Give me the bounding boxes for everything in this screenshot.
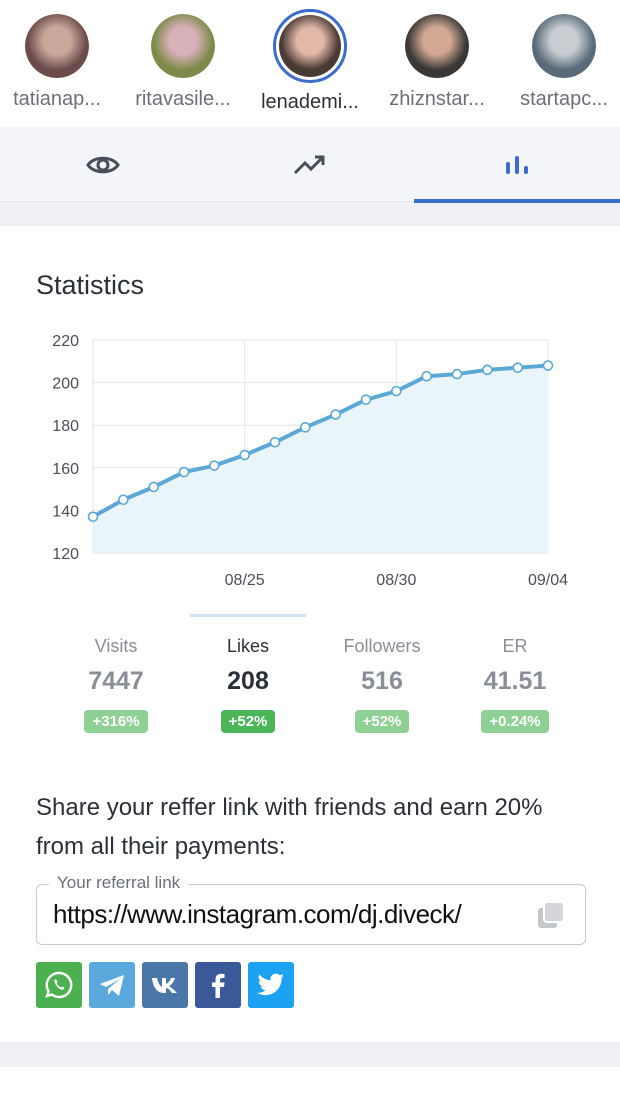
- data-point: [269, 436, 281, 448]
- statistics-card: Statistics 120 140 160 180 200 220 08/25 08/30 0…: [0, 226, 620, 1042]
- tab-statistics[interactable]: [414, 127, 620, 203]
- x-tick-label: 08/25: [225, 572, 265, 586]
- data-point: [300, 422, 311, 433]
- stat-label: ER: [502, 636, 528, 656]
- stat-change-badge: +0.24%: [481, 710, 549, 733]
- data-point: [421, 370, 432, 382]
- stat-value: 208: [227, 667, 269, 695]
- share-whatsapp-button[interactable]: [36, 962, 82, 1008]
- y-tick-label: 120: [52, 546, 79, 563]
- story-username: zhiznstar...: [389, 88, 485, 110]
- x-tick-label: 09/04: [528, 572, 568, 586]
- stat-label: Visits: [94, 636, 138, 656]
- stat-er[interactable]: ER 41.51 +0.24%: [440, 614, 590, 733]
- data-point: [391, 385, 402, 397]
- avatar[interactable]: [25, 14, 89, 78]
- data-point: [330, 409, 341, 420]
- page-title: Statistics: [36, 270, 145, 300]
- stat-value: 516: [361, 667, 403, 695]
- avatar[interactable]: [532, 14, 596, 78]
- whatsapp-icon: [45, 971, 73, 999]
- eye-icon: [86, 156, 120, 173]
- referral-link-input[interactable]: [53, 899, 523, 930]
- share-twitter-button[interactable]: [248, 962, 294, 1008]
- vk-icon: [152, 978, 177, 993]
- stat-change-badge: +52%: [220, 710, 276, 733]
- stat-likes[interactable]: Likes 208 +52%: [173, 614, 323, 733]
- y-tick-label: 140: [52, 503, 79, 520]
- trending-up-icon: [293, 155, 325, 174]
- data-point: [87, 511, 99, 523]
- data-point: [239, 449, 250, 461]
- twitter-icon: [257, 973, 284, 996]
- data-point: [178, 466, 190, 478]
- data-point: [360, 394, 372, 405]
- avatar[interactable]: [151, 14, 215, 78]
- copy-icon: [538, 901, 565, 928]
- story-username: ritavasile...: [135, 88, 231, 110]
- stat-change-badge: +316%: [84, 710, 148, 733]
- story-item-active[interactable]: lenademi...: [245, 9, 375, 114]
- likes-chart: 120 140 160 180 200 220 08/25 08/30 09/04: [52, 333, 568, 586]
- data-point: [209, 460, 220, 471]
- referral-link-field: Your referral link: [36, 873, 586, 945]
- stat-change-badge: +52%: [354, 710, 410, 733]
- data-point: [148, 481, 159, 493]
- telegram-icon: [100, 975, 124, 996]
- referral-link-label: Your referral link: [49, 873, 189, 893]
- stats-tabs: [0, 127, 620, 203]
- story-username: tatianap...: [13, 88, 101, 110]
- copy-button[interactable]: [535, 899, 567, 931]
- stat-followers[interactable]: Followers 516 +52%: [307, 614, 457, 733]
- data-point: [542, 360, 554, 371]
- y-tick-label: 180: [52, 418, 79, 435]
- stat-label: Followers: [343, 636, 421, 656]
- x-tick-label: 08/30: [376, 572, 416, 586]
- stat-value: 41.51: [483, 667, 547, 695]
- share-facebook-button[interactable]: [195, 962, 241, 1008]
- stat-value: 7447: [88, 667, 144, 695]
- stat-label: Likes: [226, 636, 270, 656]
- bar-chart-icon: [506, 155, 528, 174]
- story-username: lenademi...: [261, 91, 359, 113]
- story-item[interactable]: startapc...: [499, 10, 620, 111]
- avatar[interactable]: [273, 9, 347, 83]
- story-item[interactable]: ritavasile...: [118, 10, 248, 111]
- y-tick-label: 200: [52, 376, 79, 393]
- data-point: [118, 494, 129, 506]
- tab-views[interactable]: [0, 127, 206, 202]
- y-tick-label: 160: [52, 461, 79, 478]
- share-telegram-button[interactable]: [89, 962, 135, 1008]
- y-tick-label: 220: [52, 333, 79, 350]
- data-point: [451, 368, 463, 380]
- story-item[interactable]: tatianap...: [0, 10, 122, 111]
- stat-visits[interactable]: Visits 7447 +316%: [41, 614, 191, 733]
- data-point: [512, 362, 523, 373]
- story-username: startapc...: [520, 88, 608, 110]
- stories-bar: tatianap... ritavasile... lenademi... zh…: [0, 0, 620, 127]
- share-vk-button[interactable]: [142, 962, 188, 1008]
- facebook-icon: [212, 973, 225, 998]
- data-point: [482, 364, 493, 376]
- next-card: [0, 1067, 620, 1116]
- referral-description: Share your reffer link with friends and …: [36, 794, 543, 860]
- story-item[interactable]: zhiznstar...: [372, 10, 502, 111]
- avatar[interactable]: [405, 14, 469, 78]
- tab-trending[interactable]: [207, 127, 413, 202]
- stats-summary: Visits 7447 +316% Likes 208 +52% Followe…: [0, 614, 620, 742]
